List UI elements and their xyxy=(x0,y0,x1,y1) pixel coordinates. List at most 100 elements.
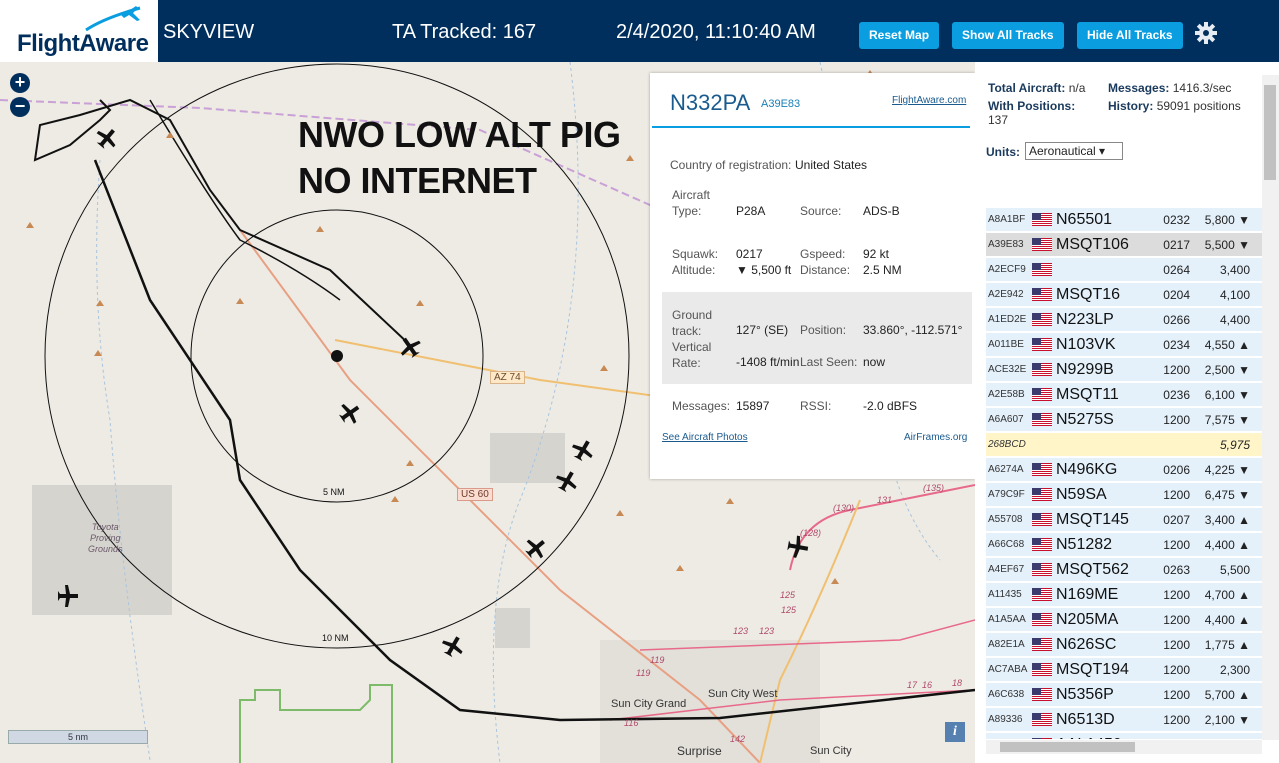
units-select[interactable]: Aeronautical ▾ xyxy=(1025,142,1123,160)
zoom-in-button[interactable]: + xyxy=(10,73,30,93)
route-label: 125 xyxy=(780,590,796,600)
zoom-out-button[interactable]: − xyxy=(10,97,30,117)
aircraft-icon[interactable] xyxy=(438,632,467,660)
lastseen-value: now xyxy=(863,355,886,369)
table-row[interactable]: A55708 MSQT145 0207 3,400 ▲ xyxy=(986,508,1262,532)
row-ident: N59SA xyxy=(1056,486,1107,503)
row-ident: N626SC xyxy=(1056,636,1117,653)
us-flag-icon xyxy=(1032,388,1052,401)
table-row[interactable]: A2ECF9 0264 3,400 xyxy=(986,258,1262,282)
us-flag-icon xyxy=(1032,313,1052,326)
map-scale: 5 nm xyxy=(8,730,148,744)
aircraft-icon[interactable] xyxy=(335,398,364,427)
row-ident: N103VK xyxy=(1056,336,1116,353)
table-row[interactable]: A39E83 MSQT106 0217 5,500 ▼ xyxy=(986,233,1262,257)
table-row[interactable]: A4EF67 MSQT562 0263 5,500 xyxy=(986,558,1262,582)
show-all-tracks-button[interactable]: Show All Tracks xyxy=(952,22,1064,49)
table-row[interactable]: A6274A N496KG 0206 4,225 ▼ xyxy=(986,458,1262,482)
col-squawk[interactable]: Squawk xyxy=(1142,173,1192,207)
hide-all-tracks-button[interactable]: Hide All Tracks xyxy=(1077,22,1183,49)
wash xyxy=(96,159,151,761)
row-icao: A6A607 xyxy=(988,414,1024,425)
row-icao: A1A5AA xyxy=(988,614,1026,625)
table-row[interactable]: A6C638 N5356P 1200 5,700 ▲ xyxy=(986,683,1262,707)
table-row[interactable]: A82E1A N626SC 1200 1,775 ▲ xyxy=(986,633,1262,657)
aircraft-photos-link[interactable]: See Aircraft Photos xyxy=(662,432,748,443)
row-squawk: 0207 xyxy=(1163,513,1190,527)
flightaware-link[interactable]: FlightAware.com xyxy=(892,95,966,106)
row-squawk: 1200 xyxy=(1163,538,1190,552)
row-icao: A011BE xyxy=(988,339,1024,350)
table-row[interactable]: A8A1BF N65501 0232 5,800 ▼ xyxy=(986,208,1262,232)
table-row[interactable]: ACE32E N9299B 1200 2,500 ▼ xyxy=(986,358,1262,382)
table-row[interactable]: A6A607 N5275S 1200 7,575 ▼ xyxy=(986,408,1262,432)
flightaware-logo[interactable]: FlightAware xyxy=(0,0,158,62)
horizontal-scroll-thumb[interactable] xyxy=(1000,742,1135,752)
aircraft-icon[interactable] xyxy=(92,123,122,152)
col-speed[interactable]: S xyxy=(1242,173,1262,207)
table-row[interactable]: 268BCD 5,975 xyxy=(986,433,1262,457)
route-label: (128) xyxy=(800,528,822,538)
table-row[interactable]: A89336 N6513D 1200 2,100 ▼ xyxy=(986,708,1262,732)
map-annotation: NWO LOW ALT PIG NO INTERNET xyxy=(298,114,621,201)
vrate-value: -1408 ft/min xyxy=(736,355,800,369)
source-label: Source: xyxy=(800,204,842,218)
aircraft-detail-popup: N332PA A39E83 FlightAware.com Country of… xyxy=(650,73,975,479)
row-altitude: 4,400 ▲ xyxy=(1204,538,1250,552)
table-row[interactable]: A11435 N169ME 1200 4,700 ▲ xyxy=(986,583,1262,607)
aircraft-icon[interactable] xyxy=(786,534,810,559)
route-label: 119 xyxy=(636,668,651,678)
table-row[interactable]: A2E942 MSQT16 0204 4,100 xyxy=(986,283,1262,307)
col-icao[interactable]: ICAO xyxy=(986,173,1030,207)
row-icao: A11435 xyxy=(988,589,1022,600)
us-flag-icon xyxy=(1032,613,1052,626)
airframes-link[interactable]: AirFrames.org xyxy=(904,432,967,443)
reset-map-button[interactable]: Reset Map xyxy=(859,22,940,49)
row-icao: A79C9F xyxy=(988,489,1025,500)
row-ident: MSQT194 xyxy=(1056,661,1129,678)
row-icao: A8A1BF xyxy=(988,214,1026,225)
row-icao: A39E83 xyxy=(988,239,1024,250)
row-altitude: 38,000 xyxy=(1196,733,1250,739)
table-row[interactable]: A011BE N103VK 0234 4,550 ▲ xyxy=(986,333,1262,357)
row-altitude: 4,700 ▲ xyxy=(1204,588,1250,602)
route-label: 17 xyxy=(907,680,918,690)
aircraft-icon[interactable] xyxy=(521,533,550,563)
land-parcel xyxy=(495,608,530,648)
table-row[interactable]: A1A5AA N205MA 1200 4,400 ▲ xyxy=(986,608,1262,632)
place-label-sun-city: Sun City xyxy=(810,745,852,757)
row-icao: A2E58B xyxy=(988,389,1025,400)
col-flag[interactable] xyxy=(1030,173,1054,207)
row-ident: N169ME xyxy=(1056,586,1119,603)
table-row[interactable]: A2E58B MSQT11 0236 6,100 ▼ xyxy=(986,383,1262,407)
table-row[interactable]: A9FB4F AAL1459 7253 38,000 xyxy=(986,733,1262,740)
row-squawk: 1200 xyxy=(1163,688,1190,702)
gear-icon[interactable] xyxy=(1194,21,1218,45)
us-flag-icon xyxy=(1032,713,1052,726)
us-flag-icon xyxy=(1032,338,1052,351)
row-ident: MSQT16 xyxy=(1056,286,1121,303)
row-altitude: 6,475 ▼ xyxy=(1204,488,1250,502)
table-row[interactable]: A79C9F N59SA 1200 6,475 ▼ xyxy=(986,483,1262,507)
aircraft-type-label: Aircraft Type: xyxy=(672,188,711,218)
col-altitude[interactable]: Altitude (ft) xyxy=(1192,173,1242,207)
us-flag-icon xyxy=(1032,263,1052,276)
table-row[interactable]: A66C68 N51282 1200 4,400 ▲ xyxy=(986,533,1262,557)
aircraft-icon[interactable] xyxy=(568,436,597,464)
row-squawk: 1200 xyxy=(1163,713,1190,727)
clock: 2/4/2020, 11:10:40 AM xyxy=(616,21,816,43)
info-icon[interactable]: i xyxy=(945,722,965,742)
route-label: 123 xyxy=(733,626,749,636)
table-row[interactable]: A1ED2E N223LP 0266 4,400 xyxy=(986,308,1262,332)
table-row[interactable]: AC7ABA MSQT194 1200 2,300 xyxy=(986,658,1262,682)
vertical-scroll-thumb[interactable] xyxy=(1264,85,1276,180)
place-label-surprise: Surprise xyxy=(677,744,722,758)
row-altitude: 3,400 xyxy=(1219,263,1250,277)
row-squawk: 1200 xyxy=(1163,638,1190,652)
row-altitude: 5,800 ▼ xyxy=(1204,213,1250,227)
with-positions-stat: With Positions: 137 xyxy=(988,99,1100,127)
col-ident[interactable]: Ident xyxy=(1054,173,1142,207)
row-altitude: 2,100 ▼ xyxy=(1204,713,1250,727)
route-label: (135) xyxy=(923,483,945,493)
row-icao: 268BCD xyxy=(988,439,1026,450)
